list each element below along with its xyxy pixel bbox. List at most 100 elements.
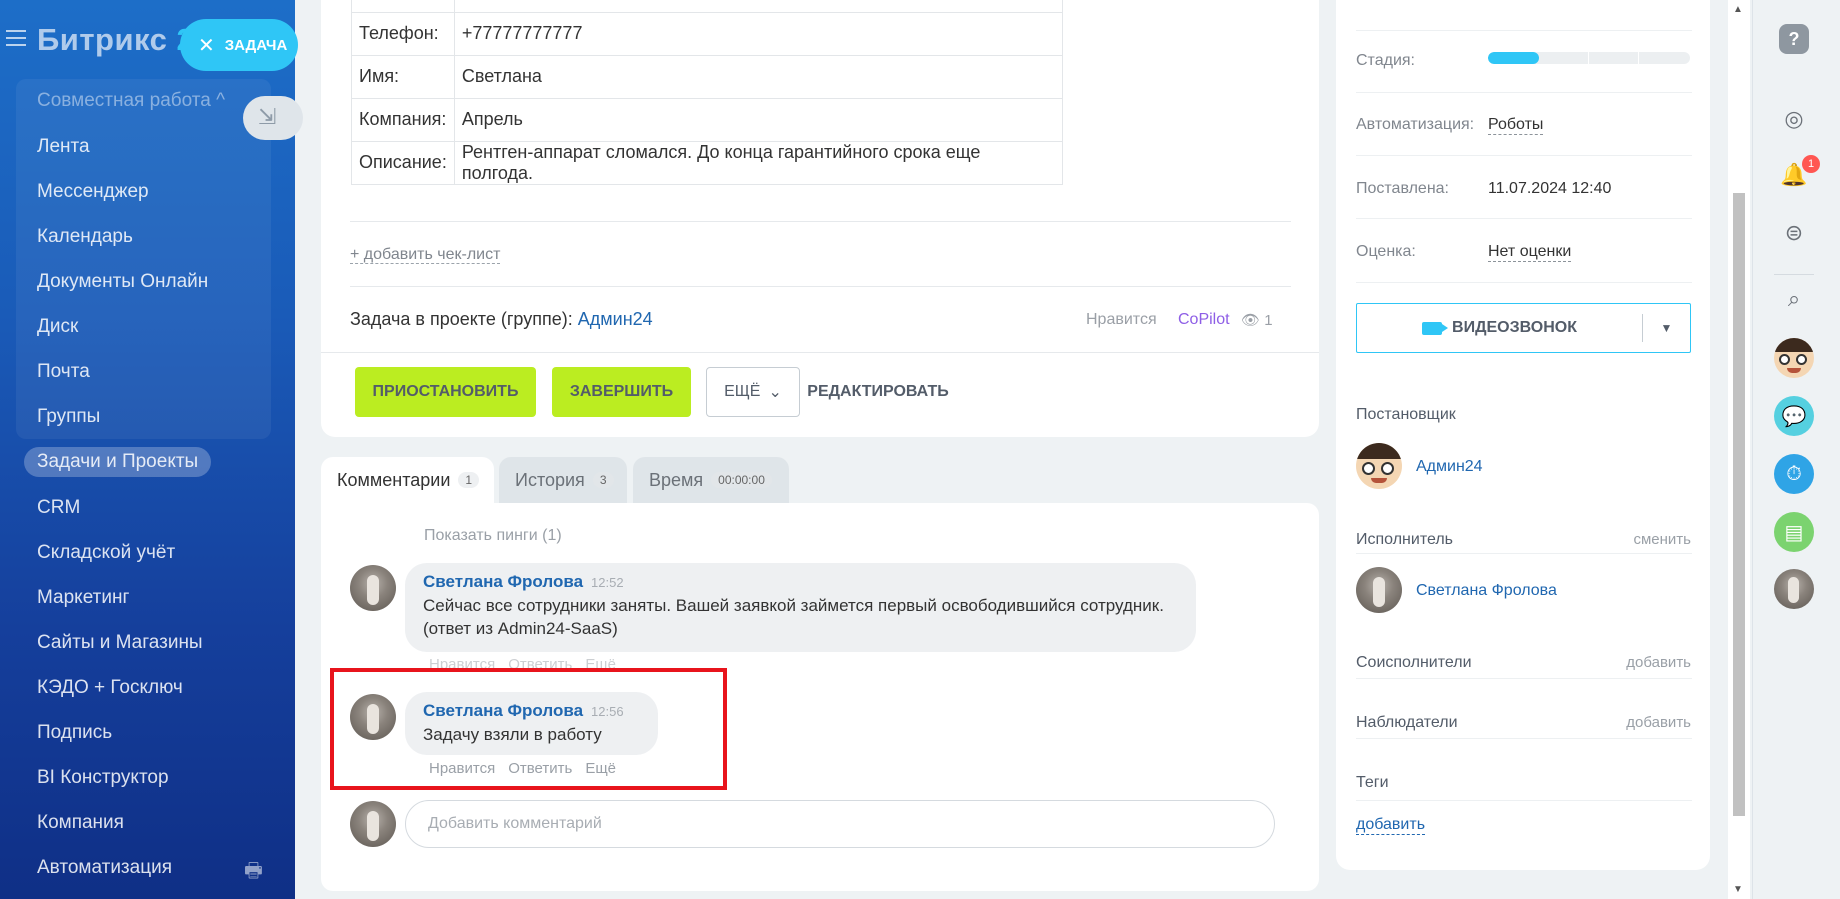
task-fields-table: Телефон: +77777777777 Имя: Светлана Компан… — [351, 0, 1063, 185]
scroll-up-arrow-icon[interactable]: ▲ — [1733, 4, 1743, 15]
pause-button[interactable]: ПРИОСТАНОВИТЬ — [355, 367, 536, 417]
menu-item-calendar[interactable]: Календарь — [37, 226, 133, 248]
menu-item-sites[interactable]: Сайты и Магазины — [37, 632, 203, 654]
field-row-company: Компания: Апрель — [351, 97, 1063, 142]
change-assignee-link[interactable]: сменить — [1633, 531, 1691, 548]
menu-item-inventory[interactable]: Складской учёт — [37, 542, 175, 564]
rating-label: Оценка: — [1356, 243, 1416, 260]
comment-bubble: Светлана Фролова 12:52 Сейчас все сотрудн… — [405, 563, 1196, 652]
tab-label: Время — [649, 469, 704, 490]
video-call-button[interactable]: ВИДЕОЗВОНОК ▼ — [1356, 303, 1691, 353]
menu-item-docs-online[interactable]: Документы Онлайн — [37, 271, 208, 293]
field-value: Рентген-аппарат сломался. До конца гаран… — [453, 140, 1063, 185]
comment-input[interactable]: Добавить комментарий — [405, 800, 1275, 848]
menu-item-feed[interactable]: Лента — [37, 136, 90, 158]
collapse-slider-button[interactable]: ⇲ — [243, 96, 303, 140]
user-avatar[interactable] — [1774, 338, 1814, 378]
stage-label: Стадия: — [1356, 52, 1415, 69]
add-tag-link[interactable]: добавить — [1356, 816, 1426, 835]
copilot-icon[interactable]: ◎ — [1774, 99, 1814, 139]
task-pill-label: ЗАДАЧА — [224, 36, 288, 54]
menu-item-tasks[interactable]: Задачи и Проекты — [24, 447, 212, 477]
divider — [350, 286, 1291, 287]
printer-icon[interactable]: 🖶 — [244, 856, 263, 890]
scroll-down-arrow-icon[interactable]: ▼ — [1733, 884, 1743, 895]
rating-link[interactable]: Нет оценки — [1488, 243, 1572, 262]
assignee-name[interactable]: Светлана Фролова — [1416, 582, 1557, 600]
contact-avatar[interactable] — [1774, 569, 1814, 609]
divider — [1356, 155, 1692, 156]
divider — [1356, 92, 1692, 93]
menu-item-kedo[interactable]: КЭДО + Госключ — [37, 677, 183, 699]
menu-item-bi[interactable]: BI Конструктор — [37, 767, 169, 789]
stage-fill — [1488, 52, 1539, 64]
close-task-button[interactable]: ✕ ЗАДАЧА — [180, 19, 298, 71]
menu-item-signature[interactable]: Подпись — [37, 722, 112, 744]
chat-icon[interactable]: 💬 — [1774, 396, 1814, 436]
open-lines-icon[interactable]: ⊜ — [1774, 213, 1814, 253]
menu-item-automation[interactable]: Автоматизация — [37, 857, 172, 879]
copilot-link[interactable]: CoPilot — [1178, 311, 1230, 329]
group-title[interactable]: Совместная работа ^ — [37, 90, 225, 112]
user-clock-icon[interactable]: ⏱ — [1774, 454, 1814, 494]
divider — [1356, 738, 1692, 739]
divider — [1774, 274, 1814, 275]
posted-value: 11.07.2024 12:40 — [1488, 180, 1612, 197]
video-call-label: ВИДЕОЗВОНОК — [1452, 319, 1577, 336]
more-actions-button[interactable]: ЕЩЁ ⌄ — [706, 367, 800, 417]
field-row-name: Имя: Светлана — [351, 54, 1063, 99]
observers-title: Наблюдатели — [1356, 714, 1458, 731]
field-label: Описание: — [351, 140, 455, 185]
menu-burger-icon[interactable] — [6, 30, 26, 46]
like-link[interactable]: Нравится — [1086, 311, 1157, 329]
field-label: Компания: — [351, 97, 455, 142]
tab-history[interactable]: История 3 — [499, 457, 627, 503]
creator-avatar[interactable] — [1356, 443, 1402, 489]
field-value: Светлана — [453, 54, 1063, 99]
menu-item-mail[interactable]: Почта — [37, 361, 90, 383]
tab-label: История — [515, 469, 585, 490]
menu-item-company[interactable]: Компания — [37, 812, 124, 834]
comment-text: Сейчас все сотрудники заняты. Вашей заяв… — [423, 596, 1164, 638]
highlight-box — [330, 668, 727, 790]
project-link[interactable]: Админ24 — [578, 309, 653, 329]
notes-icon[interactable]: ▤ — [1774, 512, 1814, 552]
field-value: +77777777777 — [453, 11, 1063, 56]
automation-robots-link[interactable]: Роботы — [1488, 116, 1544, 135]
stage-progress[interactable] — [1488, 52, 1690, 64]
video-camera-icon — [1422, 321, 1449, 335]
add-observer-link[interactable]: добавить — [1626, 714, 1691, 731]
show-pings-link[interactable]: Показать пинги (1) — [424, 527, 562, 545]
menu-item-groups[interactable]: Группы — [37, 406, 100, 428]
comment-time: 12:52 — [591, 575, 624, 590]
search-icon[interactable]: ⌕ — [1774, 279, 1814, 319]
add-checklist-link[interactable]: + добавить чек-лист — [350, 246, 501, 264]
divider — [1356, 30, 1692, 31]
tab-count: 3 — [592, 472, 614, 488]
comment-author[interactable]: Светлана Фролова — [423, 572, 583, 591]
menu-item-disk[interactable]: Диск — [37, 316, 78, 338]
divider — [350, 221, 1291, 222]
creator-name[interactable]: Админ24 — [1416, 458, 1483, 476]
tab-count: 1 — [458, 472, 480, 488]
help-icon[interactable]: ? — [1779, 24, 1809, 54]
divider — [1356, 678, 1692, 679]
menu-item-messenger[interactable]: Мессенджер — [37, 181, 149, 203]
menu-item-marketing[interactable]: Маркетинг — [37, 587, 129, 609]
add-coexecutor-link[interactable]: добавить — [1626, 654, 1691, 671]
add-checklist-label: + добавить чек-лист — [350, 246, 501, 264]
divider — [1356, 800, 1692, 801]
assignee-avatar[interactable] — [1356, 567, 1402, 613]
tab-time[interactable]: Время 00:00:00 — [633, 457, 789, 503]
chevron-down-icon: ⌄ — [768, 384, 782, 401]
tab-comments[interactable]: Комментарии 1 — [321, 457, 494, 503]
minimize-arrow-icon: ⇲ — [258, 104, 277, 129]
menu-item-crm[interactable]: CRM — [37, 497, 80, 519]
avatar[interactable] — [350, 565, 396, 611]
brand-logo[interactable]: Битрикс 2 — [37, 22, 194, 58]
video-call-dropdown-icon[interactable]: ▼ — [1643, 321, 1690, 335]
complete-button[interactable]: ЗАВЕРШИТЬ — [552, 367, 691, 417]
field-value: Апрель — [453, 97, 1063, 142]
scrollbar-thumb[interactable] — [1733, 193, 1745, 816]
edit-button[interactable]: РЕДАКТИРОВАТЬ — [807, 367, 948, 417]
